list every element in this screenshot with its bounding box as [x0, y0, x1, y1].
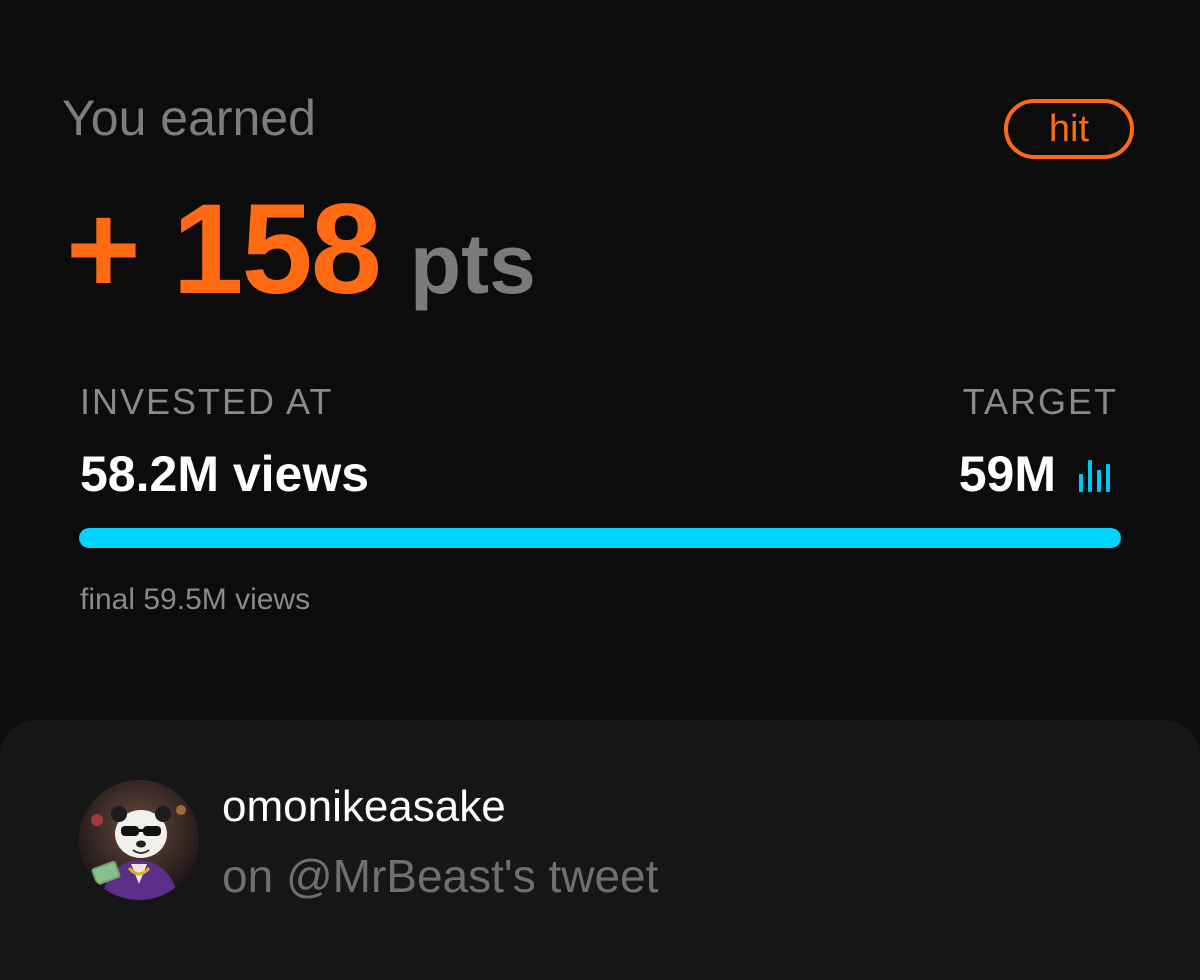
- progress-bar: [79, 528, 1121, 548]
- status-badge: hit: [1004, 99, 1134, 159]
- panda-avatar-icon: [79, 780, 199, 900]
- tweet-context[interactable]: on @MrBeast's tweet: [222, 848, 658, 904]
- invested-at-label: INVESTED AT: [80, 381, 334, 422]
- points-unit: pts: [409, 217, 536, 311]
- target-label: TARGET: [962, 381, 1118, 422]
- points-value: + 158: [66, 178, 382, 321]
- avatar[interactable]: [79, 780, 199, 900]
- bar-chart-icon[interactable]: [1078, 456, 1114, 492]
- target-group: 59M: [959, 444, 1114, 504]
- invested-value: 58.2M views: [80, 446, 370, 502]
- progress-fill: [79, 528, 1121, 548]
- username[interactable]: omonikeasake: [222, 780, 506, 834]
- final-views-text: final 59.5M views: [80, 583, 311, 616]
- post-card[interactable]: omonikeasake on @MrBeast's tweet: [0, 720, 1200, 980]
- target-value: 59M: [958, 446, 1056, 502]
- points-row: + 158 pts: [66, 180, 536, 320]
- earned-label: You earned: [62, 90, 316, 146]
